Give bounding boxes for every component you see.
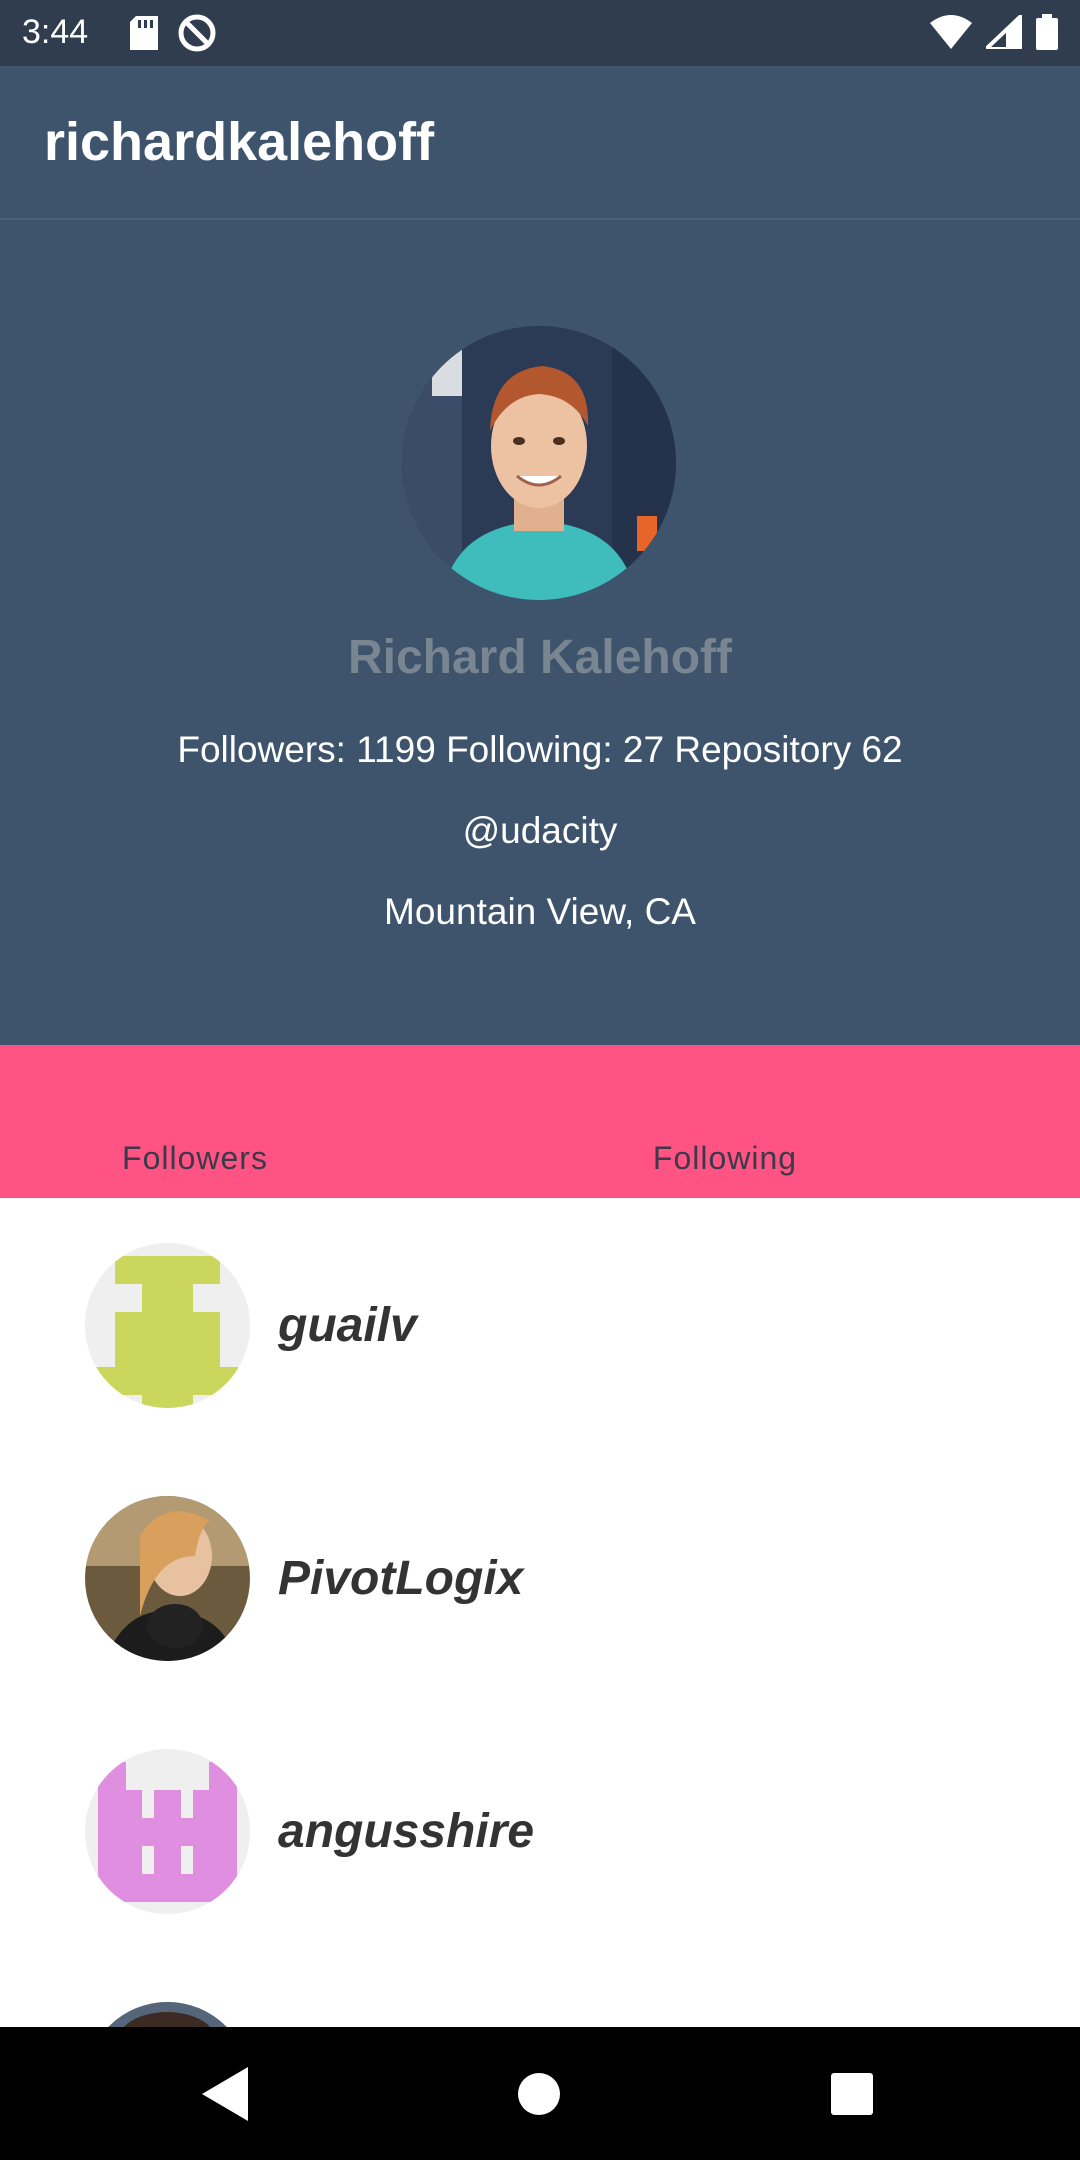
username: PivotLogix xyxy=(278,1552,524,1605)
user-avatar xyxy=(85,1496,250,1661)
list-item[interactable]: guailv xyxy=(0,1198,1080,1451)
sd-card-icon xyxy=(130,16,158,55)
profile-stats: Followers: 1199 Following: 27 Repository… xyxy=(177,729,903,770)
profile-header: Richard Kalehoff Followers: 1199 Followi… xyxy=(0,220,1080,1045)
tab-followers-label: Followers xyxy=(122,1140,268,1176)
list-item[interactable] xyxy=(0,1957,1080,2027)
profile-name: Richard Kalehoff xyxy=(347,631,733,684)
username: guailv xyxy=(278,1299,417,1352)
username: angusshire xyxy=(278,1805,535,1858)
recents-icon[interactable] xyxy=(829,2067,889,2121)
user-avatar xyxy=(85,1243,250,1408)
navigation-bar xyxy=(0,2027,1080,2160)
list-item[interactable]: PivotLogix xyxy=(0,1451,1080,1704)
status-bar: 3:44 xyxy=(0,0,1080,66)
no-disturb-icon xyxy=(178,14,216,57)
signal-icon xyxy=(980,10,1024,54)
tab-following-label: Following xyxy=(652,1140,798,1176)
tab-bar: Followers Following xyxy=(0,1045,1080,1198)
home-icon[interactable] xyxy=(516,2067,576,2121)
app-title: richardkalehoff xyxy=(44,112,435,172)
status-time: 3:44 xyxy=(22,13,89,51)
wifi-icon xyxy=(930,15,972,54)
tab-following[interactable]: Following xyxy=(540,1045,1080,1198)
list-item[interactable]: angusshire xyxy=(0,1704,1080,1957)
profile-avatar xyxy=(402,326,676,600)
profile-location: Mountain View, CA xyxy=(384,891,696,932)
profile-company: @udacity xyxy=(462,810,618,851)
followers-list[interactable]: guailv PivotLogix angusshire xyxy=(0,1198,1080,2027)
user-avatar xyxy=(85,1749,250,1914)
user-avatar xyxy=(85,2002,250,2027)
battery-icon xyxy=(1036,14,1058,55)
app-bar: richardkalehoff xyxy=(0,66,1080,220)
back-icon[interactable] xyxy=(202,2067,262,2121)
